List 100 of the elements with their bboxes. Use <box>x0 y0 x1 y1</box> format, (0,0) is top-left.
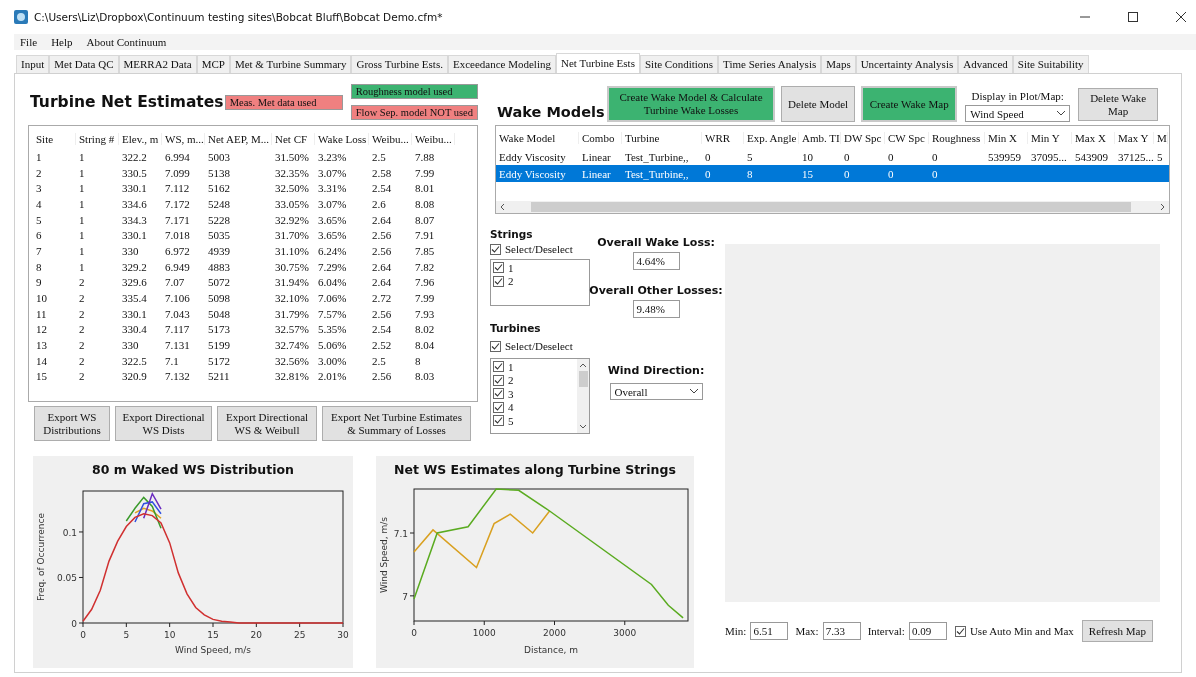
table-cell-text: 5173 <box>207 323 231 336</box>
table-cell-text: 2.52 <box>371 339 393 352</box>
chevron-up-icon[interactable] <box>579 362 587 368</box>
export-button[interactable]: Export Net Turbine Estimates & Summary of Losses <box>322 406 471 441</box>
table-cell-text: 320.9 <box>121 370 148 383</box>
action-button[interactable]: Delete Model <box>781 86 856 122</box>
tab[interactable]: Net Turbine Ests <box>556 53 640 73</box>
column-header[interactable]: Max Y <box>1115 132 1154 144</box>
axis-label: Freq. of Occurrence <box>36 513 46 601</box>
checkbox[interactable] <box>493 388 504 400</box>
checkbox[interactable] <box>493 374 504 386</box>
tab[interactable]: Exceedance Modeling <box>447 55 556 73</box>
menu-item[interactable]: Help <box>51 36 73 48</box>
maximize-icon[interactable] <box>1128 12 1138 22</box>
display-dropdown[interactable]: Wind Speed <box>965 105 1071 122</box>
input-field[interactable]: 7.33 <box>822 622 861 640</box>
action-button[interactable]: Create Wake Map <box>861 86 958 122</box>
column-header[interactable]: CW Spc <box>885 132 929 144</box>
column-header[interactable]: WRR <box>702 132 744 144</box>
checkbox[interactable] <box>493 262 504 274</box>
refresh-button[interactable]: Refresh Map <box>1081 620 1153 642</box>
column-header[interactable]: Max X <box>1072 132 1115 144</box>
close-icon[interactable] <box>1176 12 1186 22</box>
list-item[interactable]: 1 <box>508 261 514 274</box>
column-header[interactable]: String # <box>76 133 119 145</box>
tick-mark <box>78 577 84 578</box>
export-button[interactable]: Export Directional WS Dists <box>115 406 212 441</box>
table-cell-text: 7.112 <box>164 182 191 195</box>
tab[interactable]: Input <box>16 55 50 73</box>
list-item[interactable]: 2 <box>508 275 514 288</box>
column-header[interactable]: M <box>1154 132 1168 144</box>
input-field[interactable]: 0.09 <box>908 622 947 640</box>
input-field[interactable]: 6.51 <box>750 622 789 640</box>
tab[interactable]: Gross Turbine Ests. <box>351 55 448 73</box>
scroll-thumb[interactable] <box>530 202 1131 212</box>
checkbox[interactable] <box>493 361 504 373</box>
tab[interactable]: Maps <box>821 55 856 73</box>
column-header[interactable]: Turbine <box>622 132 702 144</box>
export-button[interactable]: Export Directional WS & Weibull <box>217 406 317 441</box>
table-cell-text: 1 <box>78 244 86 257</box>
tab[interactable]: Uncertainty Analysis <box>855 55 959 73</box>
menu-item[interactable]: About Continuum <box>86 36 167 48</box>
tab[interactable]: MCP <box>196 55 230 73</box>
column-header[interactable]: Weibu... <box>412 133 455 145</box>
column-header[interactable]: WS, m... <box>162 133 205 145</box>
list-item[interactable]: 1 <box>508 360 514 373</box>
column-header[interactable]: DW Spc <box>841 132 885 144</box>
column-header[interactable]: Exp. Angle <box>744 132 799 144</box>
chevron-down-icon[interactable] <box>579 424 587 430</box>
table-cell-text: 11 <box>35 307 48 320</box>
table-cell-text: 7.93 <box>414 307 436 320</box>
table-cell-text: 7.91 <box>414 229 436 242</box>
column-header[interactable]: Net AEP, M... <box>205 133 272 145</box>
tab[interactable]: Met & Turbine Summary <box>229 55 352 73</box>
chevron-left-icon[interactable] <box>499 203 507 211</box>
list-item[interactable]: 4 <box>508 401 514 414</box>
column-header[interactable]: Roughness <box>929 132 985 144</box>
tab[interactable]: Site Suitability <box>1012 55 1089 73</box>
column-header[interactable]: Amb. TI <box>799 132 841 144</box>
list-item[interactable]: 3 <box>508 387 514 400</box>
tick-label: 0 <box>411 628 417 638</box>
table-row[interactable]: Eddy Viscosity Linear Test_Turbine,, 0 8 15 0 0 0 <box>496 165 1169 182</box>
chevron-right-icon[interactable] <box>1158 203 1166 211</box>
column-header[interactable]: Min Y <box>1028 132 1072 144</box>
table-cell-text: 7.99 <box>414 166 436 179</box>
menu-item[interactable]: File <box>20 36 38 48</box>
column-header[interactable]: Weibu... <box>369 133 412 145</box>
action-button[interactable]: Create Wake Model & Calculate Turbine Wake Losses <box>607 86 775 122</box>
list-item[interactable]: 5 <box>508 414 514 427</box>
table-cell-text: 7.29% <box>317 260 348 273</box>
checkbox[interactable] <box>490 340 501 352</box>
tab[interactable]: Time Series Analysis <box>718 55 822 73</box>
column-header[interactable]: Wake Model <box>496 132 579 144</box>
checkbox[interactable] <box>493 275 504 287</box>
checkbox[interactable] <box>954 625 966 637</box>
table-cell-text: 7.96 <box>414 276 436 289</box>
wind-direction-dropdown[interactable]: Overall <box>609 383 703 400</box>
column-header[interactable]: Elev., m <box>119 133 162 145</box>
tab[interactable]: MERRA2 Data <box>118 55 197 73</box>
column-header[interactable]: Wake Loss <box>315 133 369 145</box>
table-cell-text: 13 <box>35 339 48 352</box>
column-header[interactable]: Min X <box>985 132 1028 144</box>
column-header[interactable]: Net CF <box>272 133 315 145</box>
tab[interactable]: Advanced <box>958 55 1013 73</box>
list-item[interactable]: 2 <box>508 374 514 387</box>
tab[interactable]: Site Conditions <box>639 55 719 73</box>
scroll-thumb[interactable] <box>578 371 588 387</box>
checkbox[interactable] <box>490 243 501 255</box>
export-button[interactable]: Export WS Distributions <box>34 406 110 441</box>
column-header[interactable]: Combo <box>579 132 622 144</box>
delete-map-button[interactable]: Delete Wake Map <box>1078 88 1159 121</box>
horizontal-scrollbar[interactable] <box>496 201 1169 213</box>
column-header[interactable]: Site <box>33 133 76 145</box>
tab[interactable]: Met Data QC <box>49 55 119 73</box>
table-cell-text: 330.5 <box>121 166 148 179</box>
axis-label: Wind Speed, m/s <box>379 517 389 593</box>
checkbox[interactable] <box>493 401 504 413</box>
checkbox[interactable] <box>493 415 504 427</box>
table-row[interactable]: Eddy Viscosity Linear Test_Turbine,, 0 5 10 0 0 0 539959 37095... 543909 37125... 5 <box>496 148 1169 165</box>
vertical-scrollbar[interactable] <box>577 359 589 433</box>
